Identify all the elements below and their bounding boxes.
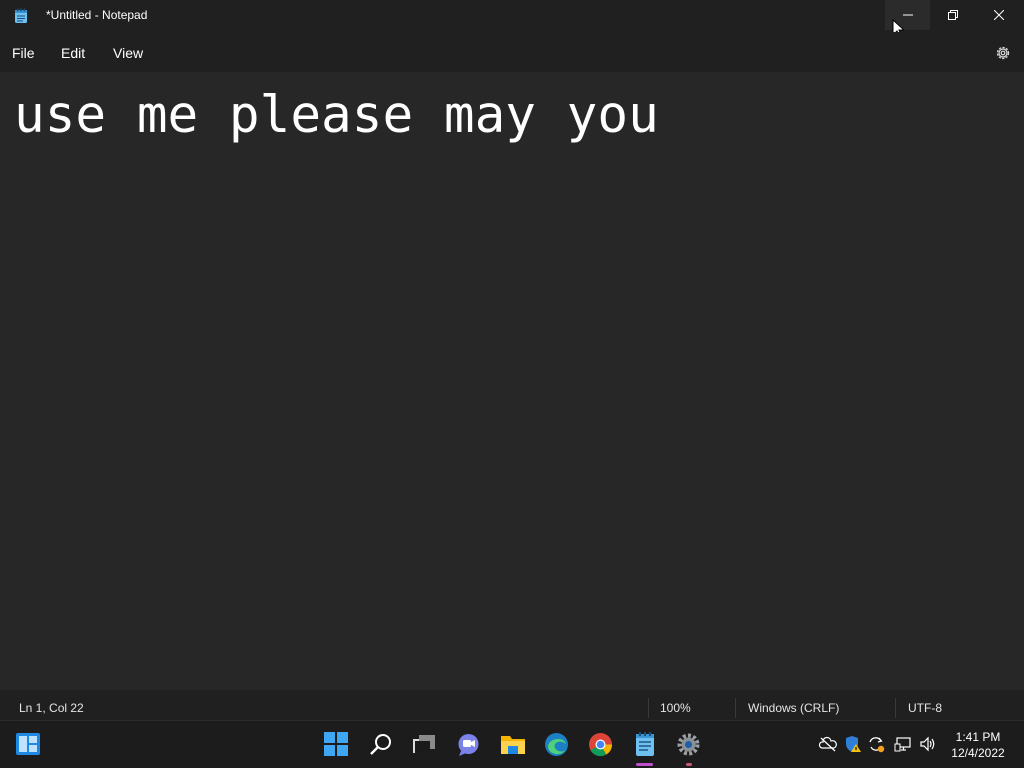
text-editor[interactable]: use me please may you <box>0 72 1024 690</box>
close-button[interactable] <box>976 0 1021 30</box>
window-title: *Untitled - Notepad <box>46 8 148 22</box>
notepad-icon <box>15 8 27 23</box>
widgets-icon[interactable] <box>15 732 41 756</box>
clock-date: 12/4/2022 <box>951 746 1005 760</box>
start-icon[interactable] <box>324 732 348 756</box>
restore-button[interactable] <box>930 0 975 30</box>
settings-app-icon[interactable] <box>676 732 701 757</box>
windows-update-icon[interactable] <box>867 735 885 753</box>
taskbar: 1:41 PM 12/4/2022 <box>0 720 1024 768</box>
minimize-icon <box>902 14 913 16</box>
status-divider <box>648 698 649 718</box>
menu-edit[interactable]: Edit <box>61 45 85 61</box>
line-ending: Windows (CRLF) <box>748 701 840 715</box>
restore-icon <box>947 10 958 20</box>
notepad-taskbar-icon[interactable] <box>634 731 656 757</box>
settings-gear-icon[interactable] <box>994 44 1012 62</box>
security-warning-icon[interactable] <box>844 735 862 753</box>
network-icon[interactable] <box>894 735 912 753</box>
close-icon <box>993 10 1004 20</box>
clock[interactable]: 1:41 PM 12/4/2022 <box>948 729 1008 761</box>
editor-content[interactable]: use me please may you <box>14 86 659 145</box>
menu-bar: File Edit View <box>0 32 1024 72</box>
volume-icon[interactable] <box>919 735 937 753</box>
active-app-indicator <box>636 763 653 766</box>
onedrive-offline-icon[interactable] <box>819 735 837 753</box>
encoding: UTF-8 <box>908 701 942 715</box>
status-divider <box>895 698 896 718</box>
cursor-position: Ln 1, Col 22 <box>19 701 84 715</box>
clock-time: 1:41 PM <box>955 730 1001 744</box>
chat-icon[interactable] <box>456 732 481 757</box>
menu-view[interactable]: View <box>113 45 143 61</box>
chrome-browser-icon[interactable] <box>588 732 613 757</box>
search-icon[interactable] <box>369 732 393 756</box>
title-bar: *Untitled - Notepad <box>0 0 1024 32</box>
file-explorer-icon[interactable] <box>500 732 526 756</box>
task-view-icon[interactable] <box>412 733 436 755</box>
status-divider <box>735 698 736 718</box>
edge-browser-icon[interactable] <box>544 732 569 757</box>
running-app-indicator <box>686 763 692 766</box>
zoom-level: 100% <box>660 701 691 715</box>
menu-file[interactable]: File <box>12 45 35 61</box>
status-bar: Ln 1, Col 22 100% Windows (CRLF) UTF-8 <box>0 690 1024 720</box>
